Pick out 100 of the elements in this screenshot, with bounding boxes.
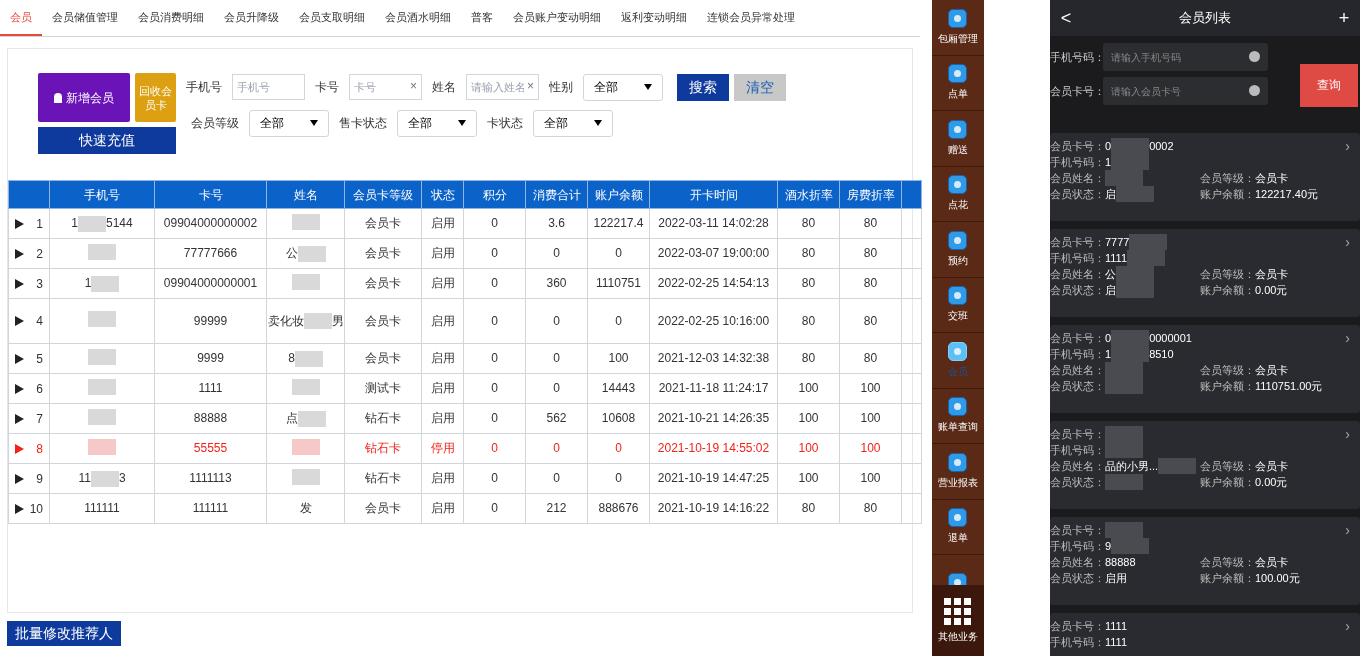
table-cell: 55555	[193, 441, 228, 455]
field-label: 会员卡号：	[1050, 522, 1105, 538]
pixelated-block	[1129, 234, 1168, 250]
field-label: 手机号码：	[1050, 154, 1105, 170]
sidebar-item[interactable]: 营业报表	[931, 444, 984, 500]
table-cell: 测试卡	[365, 381, 401, 395]
table-cell: 80	[801, 313, 816, 328]
tab[interactable]: 会员消费明细	[128, 0, 214, 36]
text-field[interactable]: 手机号	[232, 74, 305, 100]
field-label: 会员卡号：	[1050, 426, 1105, 442]
table-cell: 80	[863, 313, 878, 328]
column-header: 会员卡等级	[344, 180, 422, 209]
text-field[interactable]: 请输入会员卡号	[1103, 77, 1268, 105]
table-cell: 0	[615, 313, 622, 328]
field-label: 会员等级：	[1200, 554, 1255, 570]
add-member-button[interactable]: 新增会员	[38, 73, 130, 122]
tab[interactable]: 普客	[461, 0, 503, 36]
search-button[interactable]: 搜索	[677, 73, 729, 101]
app-icon	[948, 452, 968, 472]
sidebar-item[interactable]: 交班	[931, 277, 984, 333]
tab[interactable]: 会员	[0, 0, 42, 36]
field-label: 会员卡号：	[1050, 138, 1105, 154]
table-cell: 0	[615, 471, 622, 485]
dropdown[interactable]: 全部	[249, 109, 329, 137]
table-cell: 09904000000001	[163, 276, 258, 290]
masked-text: 1	[84, 276, 92, 291]
sidebar-item[interactable]: 赠送	[931, 111, 984, 167]
member-card[interactable]: › 会员卡号：0 0000001 手机号码：1 8510 会员姓名： 会员等级：会员卡 会员状态： 账户余额：1110751.00元	[1050, 325, 1360, 413]
app-icon	[948, 175, 968, 195]
masked-text: 0	[1105, 330, 1112, 346]
sidebar-item[interactable]: 点单	[931, 55, 984, 111]
back-button[interactable]: <	[1056, 4, 1076, 32]
clear-icon[interactable]: ×	[527, 79, 534, 93]
row-number: 7	[36, 410, 43, 428]
row-number: 9	[36, 470, 43, 488]
table-cell: 100	[860, 441, 881, 455]
table-cell: 0	[491, 313, 498, 328]
table-cell: 0	[553, 246, 560, 260]
field-label: 会员状态：	[1050, 186, 1105, 202]
tab[interactable]: 会员储值管理	[42, 0, 128, 36]
pixelated-block	[1116, 282, 1154, 298]
pixelated-block	[1105, 426, 1143, 442]
member-card[interactable]: › 会员卡号： 手机号码：9 会员姓名：88888 会员等级：会员卡 会员状态：启用 账户余额：100.00元	[1050, 517, 1360, 605]
sidebar-item[interactable]: 包厢管理	[931, 0, 984, 56]
clear-icon[interactable]: ×	[410, 79, 417, 93]
query-button[interactable]: 查询	[1300, 63, 1358, 107]
masked-text: 公	[1105, 266, 1116, 282]
clear-button[interactable]: 清空	[734, 73, 786, 101]
table-cell: 80	[801, 276, 816, 290]
table-cell: 100	[798, 411, 819, 425]
masked-text: 9	[1105, 538, 1112, 554]
tab[interactable]: 返利变动明细	[611, 0, 697, 36]
sidebar-item[interactable]: 预约	[931, 222, 984, 278]
chevron-icon: ›	[1345, 136, 1350, 157]
other-business-button[interactable]: 其他业务	[931, 585, 984, 656]
field-label: 手机号码：	[1050, 346, 1105, 362]
tab[interactable]: 会员支取明细	[289, 0, 375, 36]
table-cell: 0	[491, 411, 498, 425]
quick-recharge-button[interactable]: 快速充值	[38, 127, 176, 154]
field-label: 会员姓名：	[1050, 170, 1105, 186]
tab[interactable]: 会员升降级	[214, 0, 289, 36]
dropdown[interactable]: 全部	[397, 109, 477, 137]
member-card[interactable]: › 会员卡号：1111 手机号码：1111	[1050, 613, 1360, 656]
table-cell: 0	[553, 351, 560, 365]
member-card[interactable]: › 会员卡号： 手机号码： 会员姓名：品的小男... 会员等级：会员卡 会员状态： 账户余额：0.00元	[1050, 421, 1360, 509]
clear-icon[interactable]	[1249, 51, 1260, 62]
field-label: 会员等级：	[1200, 458, 1255, 474]
table-cell: 启用	[430, 313, 455, 328]
table-cell: 80	[863, 276, 878, 290]
text-field[interactable]: 请输入手机号码	[1103, 43, 1268, 71]
batch-edit-button[interactable]: 批量修改推荐人	[7, 621, 121, 646]
table-cell: 2021-10-19 14:47:25	[657, 471, 770, 485]
sidebar-item[interactable]: 点花	[931, 166, 984, 222]
table-cell: 钻石卡	[365, 411, 401, 425]
pixelated-block	[303, 313, 332, 329]
table-cell: 2022-03-11 14:02:28	[658, 216, 769, 230]
app-icon	[948, 64, 968, 84]
add-button[interactable]: +	[1334, 4, 1354, 32]
sidebar-item[interactable]: 账单查询	[931, 388, 984, 444]
tab[interactable]: 会员账户变动明细	[503, 0, 611, 36]
dropdown[interactable]: 全部	[533, 109, 613, 137]
field-label: 手机号码：	[1050, 634, 1105, 650]
sidebar-item[interactable]: 退单	[931, 499, 984, 555]
field-label: 会员等级：	[1200, 362, 1255, 378]
masked-text: 启	[1105, 186, 1116, 202]
clear-icon[interactable]	[1249, 85, 1260, 96]
dropdown[interactable]: 全部	[583, 73, 663, 101]
pixelated-block	[291, 378, 320, 395]
member-card[interactable]: › 会员卡号：0 0002 手机号码：1 会员姓名： 会员等级：会员卡 会员状态：启 账户余额：122217.40元	[1050, 133, 1360, 221]
field-label: 会员等级：	[1200, 266, 1255, 282]
tab[interactable]: 连锁会员异常处理	[697, 0, 805, 36]
member-card[interactable]: › 会员卡号：7777 手机号码：1111 会员姓名：公 会员等级：会员卡 会员状态：启 账户余额：0.00元	[1050, 229, 1360, 317]
table-cell: 钻石卡	[365, 471, 401, 485]
tab[interactable]: 会员酒水明细	[375, 0, 461, 36]
table-cell: 80	[863, 216, 878, 230]
pixelated-block	[297, 410, 326, 427]
app-icon	[948, 341, 968, 361]
table-cell: 99999	[193, 313, 228, 328]
field-label: 会员状态：	[1050, 378, 1105, 394]
table-cell: 0	[615, 246, 622, 260]
